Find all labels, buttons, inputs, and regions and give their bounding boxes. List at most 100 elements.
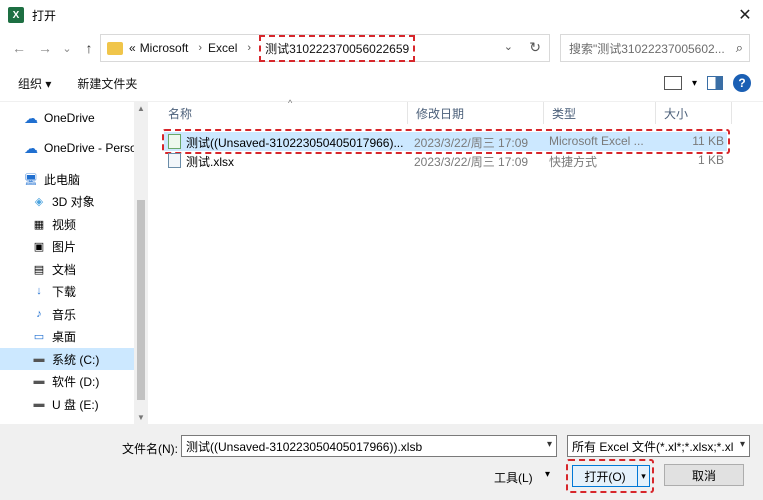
organize-menu[interactable]: 组织 ▾ [18,75,51,92]
filename-input[interactable]: 测试((Unsaved-310223050405017966)).xlsb ▾ [181,435,557,457]
sidebar-item-label: 下载 [52,284,77,299]
sidebar-item-onedrive[interactable]: ☁ OneDrive [0,107,134,129]
search-box[interactable]: 搜索"测试31022237005602... ⌕ [560,34,750,62]
chevron-right-icon[interactable]: › [247,42,251,54]
sidebar-item-downloads[interactable]: ↓ 下载 [0,280,134,302]
sort-ascending-icon: ^ [288,98,293,108]
address-dropdown-icon[interactable]: ⌄ [504,40,513,53]
breadcrumb-microsoft[interactable]: Microsoft [140,41,189,55]
computer-icon: 🖥 [24,173,38,186]
sidebar-item-label: 系统 (C:) [52,352,100,367]
sidebar-item-label: 文档 [52,262,77,277]
cloud-icon: ☁ [24,109,38,126]
file-row[interactable]: 测试.xlsx 2023/3/22/周三 17:09 快捷方式 1 KB [164,151,727,170]
up-arrow-icon[interactable]: ↑ [78,37,100,59]
filetype-select[interactable]: 所有 Excel 文件(*.xl*;*.xlsx;*.xl ▾ [567,435,750,457]
column-header-modified[interactable]: 修改日期 [408,102,544,124]
sidebar-item-label: OneDrive [44,111,95,125]
chevron-down-icon[interactable]: ▾ [547,439,552,450]
tools-dropdown-icon[interactable]: ▾ [545,469,550,480]
drive-icon: ▬ [33,353,45,365]
search-icon[interactable]: ⌕ [736,40,743,56]
excel-app-icon: X [8,7,24,23]
breadcrumb-excel[interactable]: Excel [208,41,237,55]
download-arrow-icon: ↓ [36,285,42,297]
sidebar-item-3d-objects[interactable]: ◈ 3D 对象 [0,190,134,212]
search-input[interactable]: 搜索"测试31022237005602... [569,40,729,57]
tools-menu[interactable]: 工具(L) [494,469,533,486]
filename-label: 文件名(N): [122,442,178,456]
filename-value: 测试((Unsaved-310223050405017966)).xlsb [186,439,423,454]
cube-icon: ◈ [34,195,44,208]
help-icon[interactable]: ? [733,74,751,92]
sidebar-item-software-d[interactable]: ▬ 软件 (D:) [0,370,134,392]
close-icon[interactable]: ✕ [727,0,763,30]
scroll-down-icon[interactable]: ▼ [137,413,145,422]
sidebar-item-onedrive-personal[interactable]: ☁ OneDrive - Perso [0,137,134,159]
column-header-label: 大小 [664,106,689,121]
column-header-label: 类型 [552,106,577,121]
sidebar-item-pictures[interactable]: ▣ 图片 [0,235,134,257]
highlight-annotation: 打开(O) ▾ [566,459,654,493]
preview-pane-icon[interactable] [707,76,723,90]
window-title: 打开 [32,8,57,23]
document-icon: ▤ [33,263,45,276]
toolbar-right-group: ▾ ? [663,74,751,92]
file-size: 1 KB [697,153,724,167]
sidebar-item-label: 此电脑 [44,172,81,187]
column-header-name[interactable]: 名称 ^ [160,98,408,124]
shortcut-file-icon [168,153,181,168]
address-bar[interactable]: « Microsoft › Excel › 测试3102223700560226… [100,34,550,62]
music-note-icon: ♪ [36,308,42,320]
sidebar-item-label: OneDrive - Perso [44,141,134,155]
new-folder-button[interactable]: 新建文件夹 [77,75,137,92]
recent-locations-chevron-icon[interactable]: ⌄ [56,37,78,59]
title-bar: X 打开 ✕ [0,0,763,30]
cloud-icon: ☁ [24,139,38,156]
view-mode-icon[interactable] [663,76,682,90]
sidebar-item-label: 图片 [52,239,77,254]
file-modified: 2023/3/22/周三 17:09 [414,155,529,169]
drive-icon: ▬ [33,375,45,387]
column-header-size[interactable]: 大小 [656,102,732,124]
sidebar-item-videos[interactable]: ▦ 视频 [0,213,134,235]
scrollbar-thumb[interactable] [137,200,145,400]
sidebar-item-label: U 盘 (E:) [52,397,99,412]
picture-icon: ▣ [33,240,45,253]
sidebar-scrollbar[interactable]: ▲ ▼ [134,102,148,424]
chevron-down-icon[interactable]: ▾ [740,439,745,450]
file-list: 名称 ^ 修改日期 类型 大小 测试((Unsaved-310223050405… [152,98,763,424]
sidebar-item-usb-e[interactable]: ▬ U 盘 (E:) [0,393,134,415]
column-header-label: 修改日期 [416,106,465,121]
view-mode-dropdown-icon[interactable]: ▾ [692,78,697,89]
open-button[interactable]: 打开(O) [572,465,638,487]
breadcrumb-overflow-icon[interactable]: « [129,41,136,55]
drive-icon: ▬ [33,398,45,410]
sidebar-item-documents[interactable]: ▤ 文档 [0,258,134,280]
forward-arrow-icon[interactable]: → [34,37,56,59]
back-arrow-icon[interactable]: ← [8,37,30,59]
sidebar-item-desktop[interactable]: ▭ 桌面 [0,325,134,347]
navigation-bar: ← → ⌄ ↑ « Microsoft › Excel › 测试31022237… [0,30,763,66]
breadcrumb-current-folder[interactable]: 测试310222370056022659 [259,34,416,62]
filetype-value: 所有 Excel 文件(*.xl*;*.xlsx;*.xl [572,439,734,454]
sidebar-item-system-c[interactable]: ▬ 系统 (C:) [0,348,134,370]
sidebar-item-this-pc[interactable]: 🖥 此电脑 [0,168,134,190]
scroll-up-icon[interactable]: ▲ [137,104,145,113]
navigation-pane: ☁ OneDrive ☁ OneDrive - Perso 🖥 此电脑 ◈ 3D… [0,102,148,424]
open-dropdown-icon[interactable]: ▾ [638,465,650,487]
sidebar-item-music[interactable]: ♪ 音乐 [0,303,134,325]
video-icon: ▦ [33,218,45,231]
cancel-button[interactable]: 取消 [664,464,744,486]
file-name: 测试.xlsx [186,155,235,169]
folder-icon [107,41,123,55]
sidebar-item-label: 视频 [52,217,77,232]
sidebar-item-label: 音乐 [52,307,77,322]
column-header-type[interactable]: 类型 [544,102,656,124]
desktop-icon: ▭ [33,330,45,343]
sidebar-item-label: 软件 (D:) [52,374,100,389]
chevron-right-icon[interactable]: › [198,42,202,54]
sidebar-item-label: 桌面 [52,329,77,344]
refresh-icon[interactable]: ↻ [529,39,541,56]
dialog-footer: 文件名(N): 测试((Unsaved-310223050405017966))… [0,424,763,500]
